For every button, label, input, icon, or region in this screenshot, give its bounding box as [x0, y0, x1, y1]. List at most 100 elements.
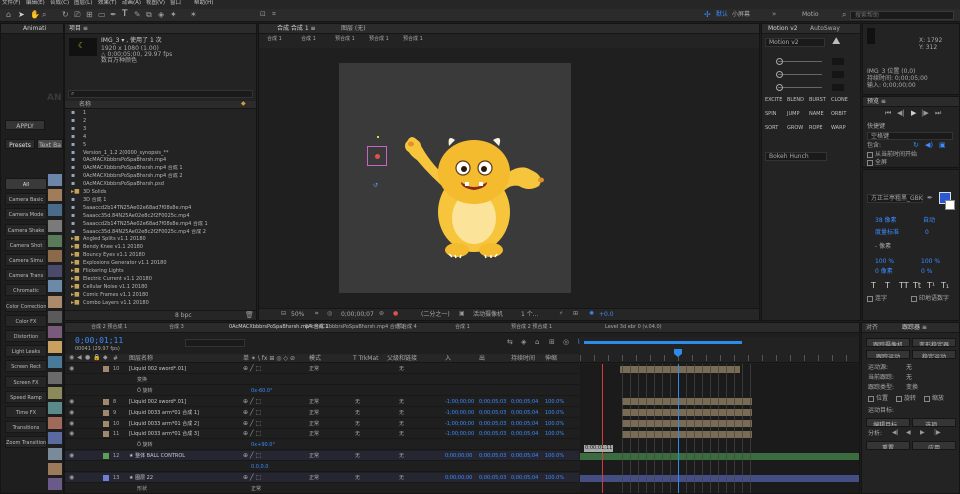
breadcrumb-item[interactable]: 合成 1	[267, 37, 282, 42]
visibility-eye-icon[interactable]: ◉	[69, 475, 74, 481]
preset-thumbnail[interactable]	[48, 341, 62, 354]
motion-button-rope[interactable]: ROPE	[809, 126, 823, 131]
layer-stretch[interactable]: 100.0%	[545, 476, 564, 481]
home-icon[interactable]: ⌂	[6, 11, 11, 19]
layer-name[interactable]: [Liquid 0033 arm*01 合成 3]	[129, 432, 199, 437]
category-item[interactable]: Distortion	[5, 330, 47, 342]
tab-presets[interactable]: Presets	[5, 139, 35, 149]
workspace-small-screen[interactable]: 小屏幕	[732, 12, 750, 18]
category-item[interactable]: Color FX	[5, 314, 47, 327]
grid-icon[interactable]: ⌗	[315, 311, 318, 317]
exposure-icon[interactable]: ✺	[589, 311, 594, 317]
last-frame-icon[interactable]: ⏭	[935, 110, 941, 117]
layer-label-color[interactable]	[103, 453, 109, 460]
property-mode[interactable]: 正常	[251, 486, 261, 492]
preset-thumbnail[interactable]	[48, 447, 62, 460]
motion-dropdown[interactable]: Motion v2	[765, 38, 825, 47]
property-name[interactable]: 变换	[137, 377, 147, 383]
breadcrumb-item[interactable]: 预合成 1	[403, 37, 423, 42]
layer-switches[interactable]: ⊕ ╱ ⬚	[243, 409, 261, 416]
project-item[interactable]: ▸■ Cellular Noise v1.1 20180	[65, 284, 256, 292]
breadcrumb-item[interactable]: 预合成 1	[369, 37, 389, 42]
position-checkbox[interactable]	[868, 396, 874, 402]
layer-in[interactable]: 0;00;00;00	[445, 454, 472, 459]
layer-parent[interactable]: 无	[399, 367, 404, 372]
project-item[interactable]: ▪ 0AcMACXbbbrsPoSpaBhsrsh.mp4 合成 1	[65, 165, 256, 173]
ligature-checkbox[interactable]	[867, 296, 873, 302]
comp-flowchart-icon[interactable]: ⇆	[507, 339, 513, 346]
preset-thumbnail[interactable]	[48, 462, 62, 475]
snapshot-icon[interactable]: ⊚	[379, 311, 384, 317]
overlay-icon[interactable]: ▣	[939, 142, 946, 149]
preset-thumbnail[interactable]	[48, 356, 62, 369]
table-row[interactable]: 0.0,0.0	[65, 462, 579, 473]
layer-duration[interactable]: 0;00;05;04	[511, 432, 538, 437]
layer-stretch[interactable]: 100.0%	[545, 410, 564, 416]
project-item[interactable]: ▪ 5aaacc35d.84N25Ae02e8c2f2F0025c.mp4	[65, 213, 256, 221]
text-style-button[interactable]: T₁	[941, 282, 949, 290]
layer-out[interactable]: 0;00;05;03	[479, 454, 506, 459]
label-column-icon[interactable]: ◆	[241, 101, 246, 107]
project-item[interactable]: ▸■ Explosions Generator v1.1 20180	[65, 260, 256, 268]
category-item[interactable]: Zoom Transitions	[5, 436, 47, 449]
layer-parent[interactable]: 无	[399, 454, 404, 459]
layer-duration[interactable]: 0;00;05;04	[511, 421, 538, 427]
timeline-tab[interactable]: 预合成 2 预合成 1	[511, 325, 552, 330]
col-duration[interactable]: 持续时间	[511, 356, 535, 362]
preset-thumbnail[interactable]	[48, 280, 62, 293]
category-item[interactable]: Screen Rect	[5, 360, 47, 373]
slider-3[interactable]	[776, 84, 822, 91]
project-item[interactable]: ▸■ Bouncy Eyes v1.1 20180	[65, 252, 256, 260]
preset-thumbnail[interactable]	[48, 265, 62, 278]
layer-out[interactable]: 0;00;05;03	[479, 476, 506, 481]
project-item[interactable]: ▪ 0AcMACXbbbrsPoSpaBhsrsh.mp4 合成 2	[65, 173, 256, 181]
selection-tool-icon[interactable]: ➤	[18, 11, 25, 19]
timeline-tab[interactable]: 合成 2 预合成 1	[91, 325, 127, 330]
table-row[interactable]: 变换	[65, 375, 579, 385]
col-mode[interactable]: 模式	[309, 356, 321, 362]
category-item[interactable]: Camera Shot	[5, 238, 47, 251]
reset-button[interactable]: 重置	[866, 441, 910, 450]
menu-item[interactable]: 文件(F)	[2, 0, 20, 7]
category-item[interactable]: Camera Mode	[5, 208, 47, 221]
layer-switches[interactable]: ⊕ ╱ ⬚	[243, 453, 261, 459]
layer-duration[interactable]: 0;00;05;04	[511, 410, 538, 416]
menu-item[interactable]: 合成(C)	[50, 0, 69, 7]
rotation-checkbox[interactable]	[896, 396, 902, 402]
track-type-value[interactable]: 变换	[906, 385, 918, 391]
project-item[interactable]: ▪ 4	[65, 134, 256, 142]
breadcrumb-item[interactable]: 合成 1	[301, 37, 316, 42]
motion-button-warp[interactable]: WARP	[831, 126, 846, 131]
layer-in[interactable]: 0;00;00;00	[445, 476, 472, 481]
project-item[interactable]: ▪ 3	[65, 126, 256, 134]
timeline-tab[interactable]: Level 3d ebr 0 (v.04.0)	[605, 325, 662, 330]
layer-mode[interactable]: 正常	[309, 454, 319, 459]
visibility-eye-icon[interactable]: ◉	[69, 431, 74, 437]
pen-tool-icon[interactable]: ✒	[110, 11, 117, 19]
category-item[interactable]: Light Leaks	[5, 345, 47, 358]
layer-label-color[interactable]	[103, 398, 109, 405]
shortcut-dropdown[interactable]: 空格键	[867, 132, 953, 140]
layer-mode[interactable]: 正常	[309, 476, 319, 481]
clone-tool-icon[interactable]: ⧉	[146, 11, 152, 19]
tab-autosway[interactable]: AutoSway	[810, 26, 840, 32]
kerning[interactable]: 度量标准	[875, 230, 899, 236]
layer-label-color[interactable]	[103, 366, 109, 372]
font-size[interactable]: 38 像素	[875, 218, 897, 224]
layer-out[interactable]: 0;00;05;03	[479, 410, 506, 416]
layer-stretch[interactable]: 100.0%	[545, 399, 564, 405]
text-style-button[interactable]: Tt	[913, 282, 921, 290]
motion-button-excite[interactable]: EXCITE	[765, 98, 782, 103]
col-out[interactable]: 出	[479, 356, 485, 362]
analyze-forward-icon[interactable]: |▶	[934, 430, 941, 436]
project-item[interactable]: ▪ Version_1_1.2 2(0000_synopsis_**	[65, 150, 256, 158]
layer-duration[interactable]: 0;00;05;04	[511, 476, 538, 481]
col-parent[interactable]: 父级和链接	[387, 356, 417, 362]
visibility-eye-icon[interactable]: ◉	[69, 366, 74, 372]
col-layer-name[interactable]: 图层名称	[129, 356, 153, 362]
layer-parent[interactable]: 无	[399, 421, 404, 427]
category-item[interactable]: Transitions	[5, 421, 47, 434]
region-of-interest-icon[interactable]: ▣	[459, 311, 465, 317]
warp-stabilizer-button[interactable]: 变形稳定器	[912, 338, 956, 347]
visibility-eye-icon[interactable]: ◉	[69, 398, 74, 405]
